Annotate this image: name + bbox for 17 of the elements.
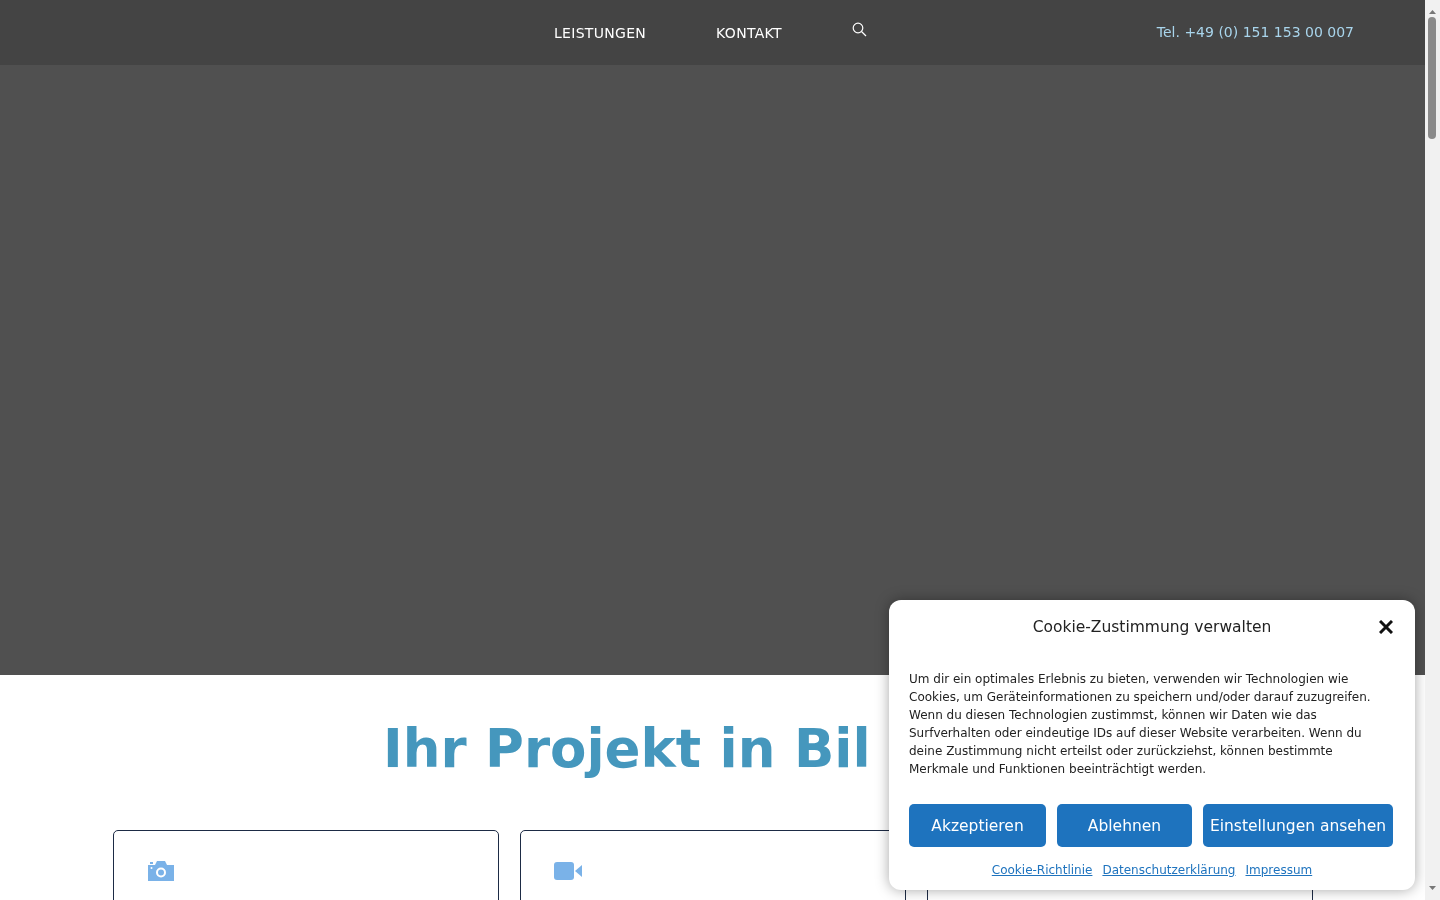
consent-button[interactable]: Akzeptieren <box>909 804 1046 847</box>
nav-link[interactable]: LEISTUNGEN <box>554 24 647 41</box>
section-heading: Ihr Projekt in Bil <box>383 717 871 781</box>
search-icon[interactable] <box>851 22 867 37</box>
cookie-text: Um dir ein optimales Erlebnis zu bieten, verwenden wir Technologien wie Cookies, um Geräteinformationen zu speichern und/oder darauf zuzugreifen. Wenn du diesen Technologien zustimmst, können wir Daten wie das Surfverhalten oder eindeutige IDs auf dieser Website verarbeiten. Wenn du deine Zustimmung nicht erteilst oder zurückziehst, können bestimmte Merkmale und Funktionen beeinträchtigt werden. <box>909 671 1372 778</box>
consent-button[interactable]: Ablehnen <box>1057 804 1192 847</box>
policy-link[interactable]: Datenschutzerklärung <box>1102 863 1236 877</box>
close-icon[interactable] <box>1379 620 1393 634</box>
video-camera-icon <box>553 860 583 882</box>
phone-number: Tel. +49 (0) 151 153 00 007 <box>1156 23 1354 40</box>
camera-icon <box>146 860 176 882</box>
scrollbar[interactable] <box>1425 0 1440 900</box>
dialog-title: Cookie-Zustimmung verwalten <box>1032 618 1272 636</box>
policy-link[interactable]: Cookie-Richtlinie <box>991 863 1093 877</box>
policy-link[interactable]: Impressum <box>1245 863 1313 877</box>
consent-button[interactable]: Einstellungen ansehen <box>1203 804 1393 847</box>
nav-link[interactable]: KONTAKT <box>716 24 782 41</box>
